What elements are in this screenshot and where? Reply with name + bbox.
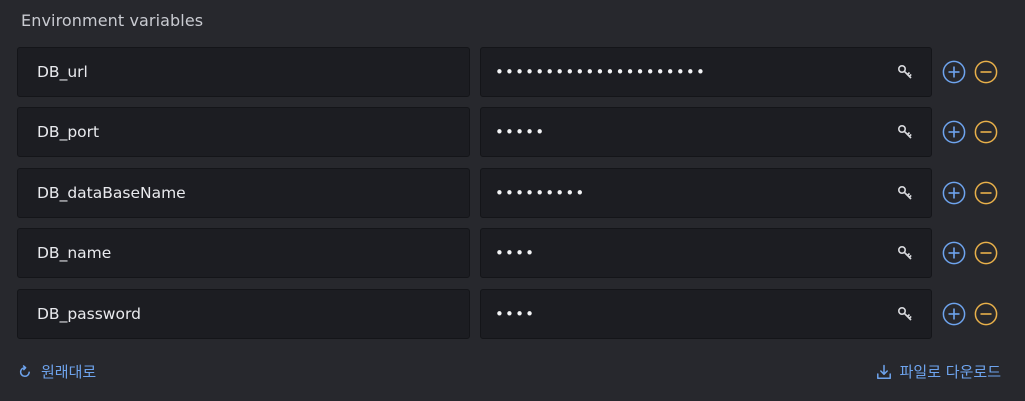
remove-row-button[interactable] xyxy=(974,120,998,144)
key-icon[interactable] xyxy=(896,123,914,141)
key-icon[interactable] xyxy=(896,305,914,323)
env-value-masked: •••• xyxy=(495,244,536,263)
download-label: 파일로 다운로드 xyxy=(899,363,1001,381)
download-icon xyxy=(876,364,892,380)
remove-row-button[interactable] xyxy=(974,302,998,326)
env-value-masked: ••••• xyxy=(495,123,546,142)
env-key-text: DB_port xyxy=(37,123,100,142)
plus-circle-icon xyxy=(942,181,966,205)
key-icon[interactable] xyxy=(896,63,914,81)
section-title: Environment variables xyxy=(21,11,204,30)
plus-circle-icon xyxy=(942,241,966,265)
minus-circle-icon xyxy=(974,241,998,265)
env-value-field[interactable]: •••• xyxy=(480,228,932,279)
env-row: DB_dataBaseName ••••••••• xyxy=(17,167,1007,219)
env-row: DB_password •••• xyxy=(17,288,1007,340)
reset-button[interactable]: 원래대로 xyxy=(17,361,96,382)
download-file-button[interactable]: 파일로 다운로드 xyxy=(876,361,1001,382)
key-icon[interactable] xyxy=(896,244,914,262)
minus-circle-icon xyxy=(974,121,998,144)
env-key-field[interactable]: DB_password xyxy=(17,288,470,339)
env-row: DB_url ••••••••••••••••••••• xyxy=(17,46,1007,98)
add-row-button[interactable] xyxy=(942,241,966,265)
remove-row-button[interactable] xyxy=(974,60,998,84)
env-row: DB_port ••••• xyxy=(17,106,1007,158)
env-value-masked: ••••••••• xyxy=(495,183,586,202)
add-row-button[interactable] xyxy=(942,120,966,144)
plus-circle-icon xyxy=(942,302,966,325)
add-row-button[interactable] xyxy=(942,302,966,326)
plus-circle-icon xyxy=(942,121,966,144)
env-value-field[interactable]: •••• xyxy=(480,288,932,339)
env-key-text: DB_name xyxy=(37,244,112,263)
refresh-icon xyxy=(17,364,33,380)
env-key-field[interactable]: DB_port xyxy=(17,107,470,158)
minus-circle-icon xyxy=(974,60,998,84)
env-value-field[interactable]: ••••••••• xyxy=(480,167,932,218)
environment-variables-panel: Environment variables DB_url •••••••••••… xyxy=(0,0,1025,401)
minus-circle-icon xyxy=(974,181,998,205)
plus-circle-icon xyxy=(942,60,966,84)
env-value-masked: ••••••••••••••••••••• xyxy=(495,63,707,81)
env-key-field[interactable]: DB_url xyxy=(17,47,470,97)
env-value-field[interactable]: ••••••••••••••••••••• xyxy=(480,47,932,97)
env-key-text: DB_dataBaseName xyxy=(37,183,186,202)
minus-circle-icon xyxy=(974,302,998,325)
env-rows: DB_url ••••••••••••••••••••• DB_port •••… xyxy=(17,46,1007,348)
env-value-masked: •••• xyxy=(495,304,536,323)
env-value-field[interactable]: ••••• xyxy=(480,107,932,158)
env-key-field[interactable]: DB_name xyxy=(17,228,470,279)
reset-label: 원래대로 xyxy=(41,363,97,381)
env-key-text: DB_url xyxy=(37,63,88,81)
remove-row-button[interactable] xyxy=(974,181,998,205)
env-row: DB_name •••• xyxy=(17,227,1007,279)
env-key-field[interactable]: DB_dataBaseName xyxy=(17,167,470,218)
env-key-text: DB_password xyxy=(37,304,141,323)
remove-row-button[interactable] xyxy=(974,241,998,265)
add-row-button[interactable] xyxy=(942,181,966,205)
key-icon[interactable] xyxy=(896,184,914,202)
add-row-button[interactable] xyxy=(942,60,966,84)
